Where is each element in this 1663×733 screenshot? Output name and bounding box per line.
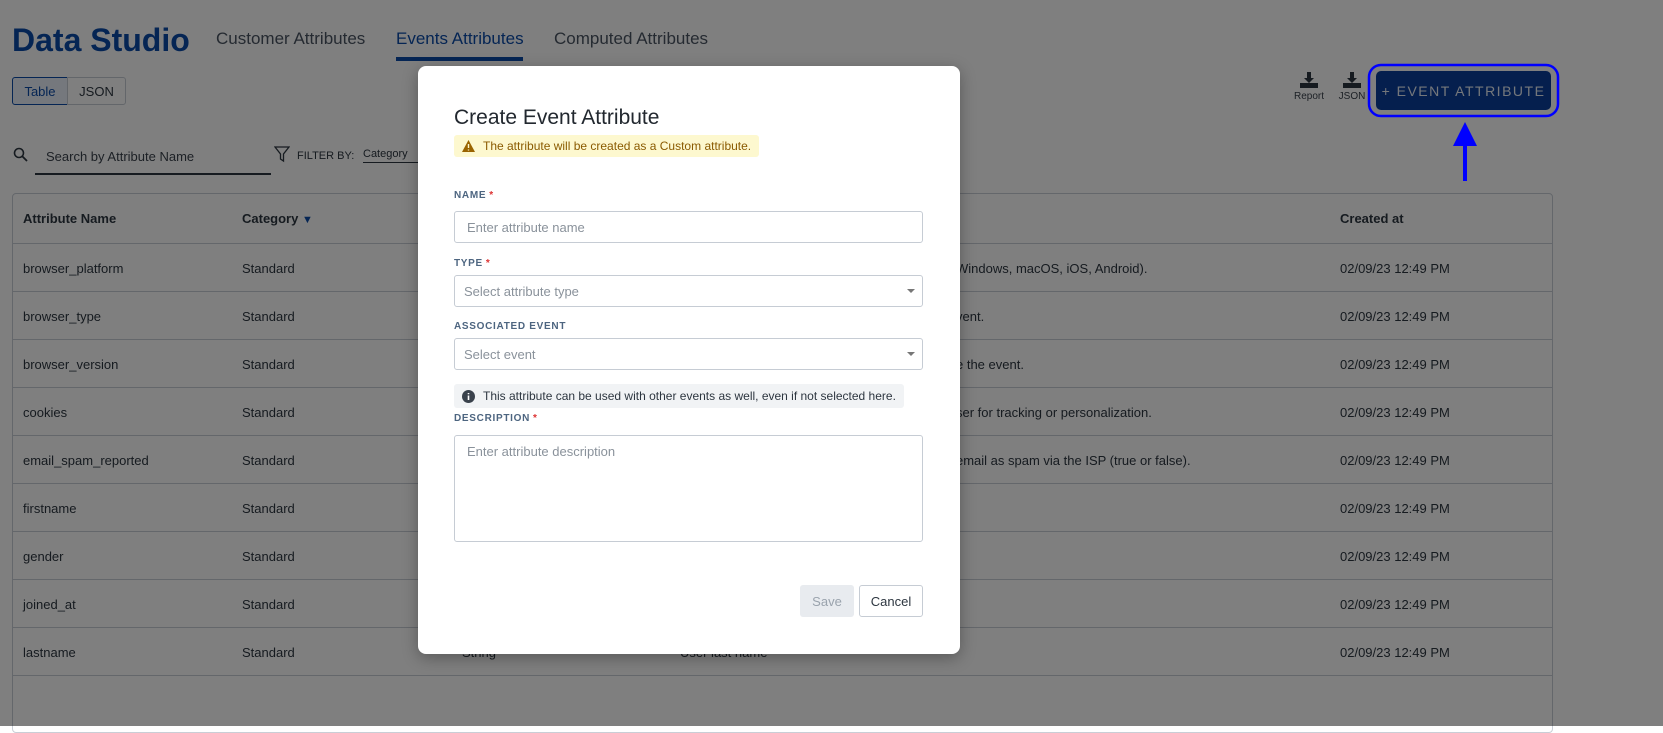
event-select-placeholder: Select event xyxy=(464,347,536,362)
type-select-placeholder: Select attribute type xyxy=(464,284,579,299)
create-event-attribute-modal: Create Event Attribute The attribute wil… xyxy=(418,66,960,654)
associated-event-label: ASSOCIATED EVENT xyxy=(454,321,567,332)
required-marker: * xyxy=(485,258,491,269)
info-text: This attribute can be used with other ev… xyxy=(483,389,896,403)
cancel-button[interactable]: Cancel xyxy=(859,585,923,617)
caret-down-icon xyxy=(907,352,915,356)
required-marker: * xyxy=(533,413,538,424)
required-marker: * xyxy=(489,190,494,201)
info-icon xyxy=(462,389,475,403)
warning-text: The attribute will be created as a Custo… xyxy=(483,139,752,153)
event-info-note: This attribute can be used with other ev… xyxy=(454,384,904,408)
name-input[interactable]: Enter attribute name xyxy=(454,211,923,243)
save-button[interactable]: Save xyxy=(800,585,854,617)
modal-title: Create Event Attribute xyxy=(454,106,660,129)
custom-attribute-warning: The attribute will be created as a Custo… xyxy=(454,135,760,157)
description-label-text: DESCRIPTION xyxy=(454,413,531,424)
type-select[interactable]: Select attribute type xyxy=(454,275,923,307)
caret-down-icon xyxy=(907,289,915,293)
event-select[interactable]: Select event xyxy=(454,338,923,370)
type-label-text: TYPE xyxy=(454,258,483,269)
name-label-text: NAME xyxy=(454,190,487,201)
warning-icon xyxy=(462,140,475,152)
name-label: NAME * xyxy=(454,190,494,201)
type-label: TYPE * xyxy=(454,258,491,269)
description-label: DESCRIPTION * xyxy=(454,413,538,424)
description-textarea[interactable]: Enter attribute description xyxy=(454,435,923,542)
